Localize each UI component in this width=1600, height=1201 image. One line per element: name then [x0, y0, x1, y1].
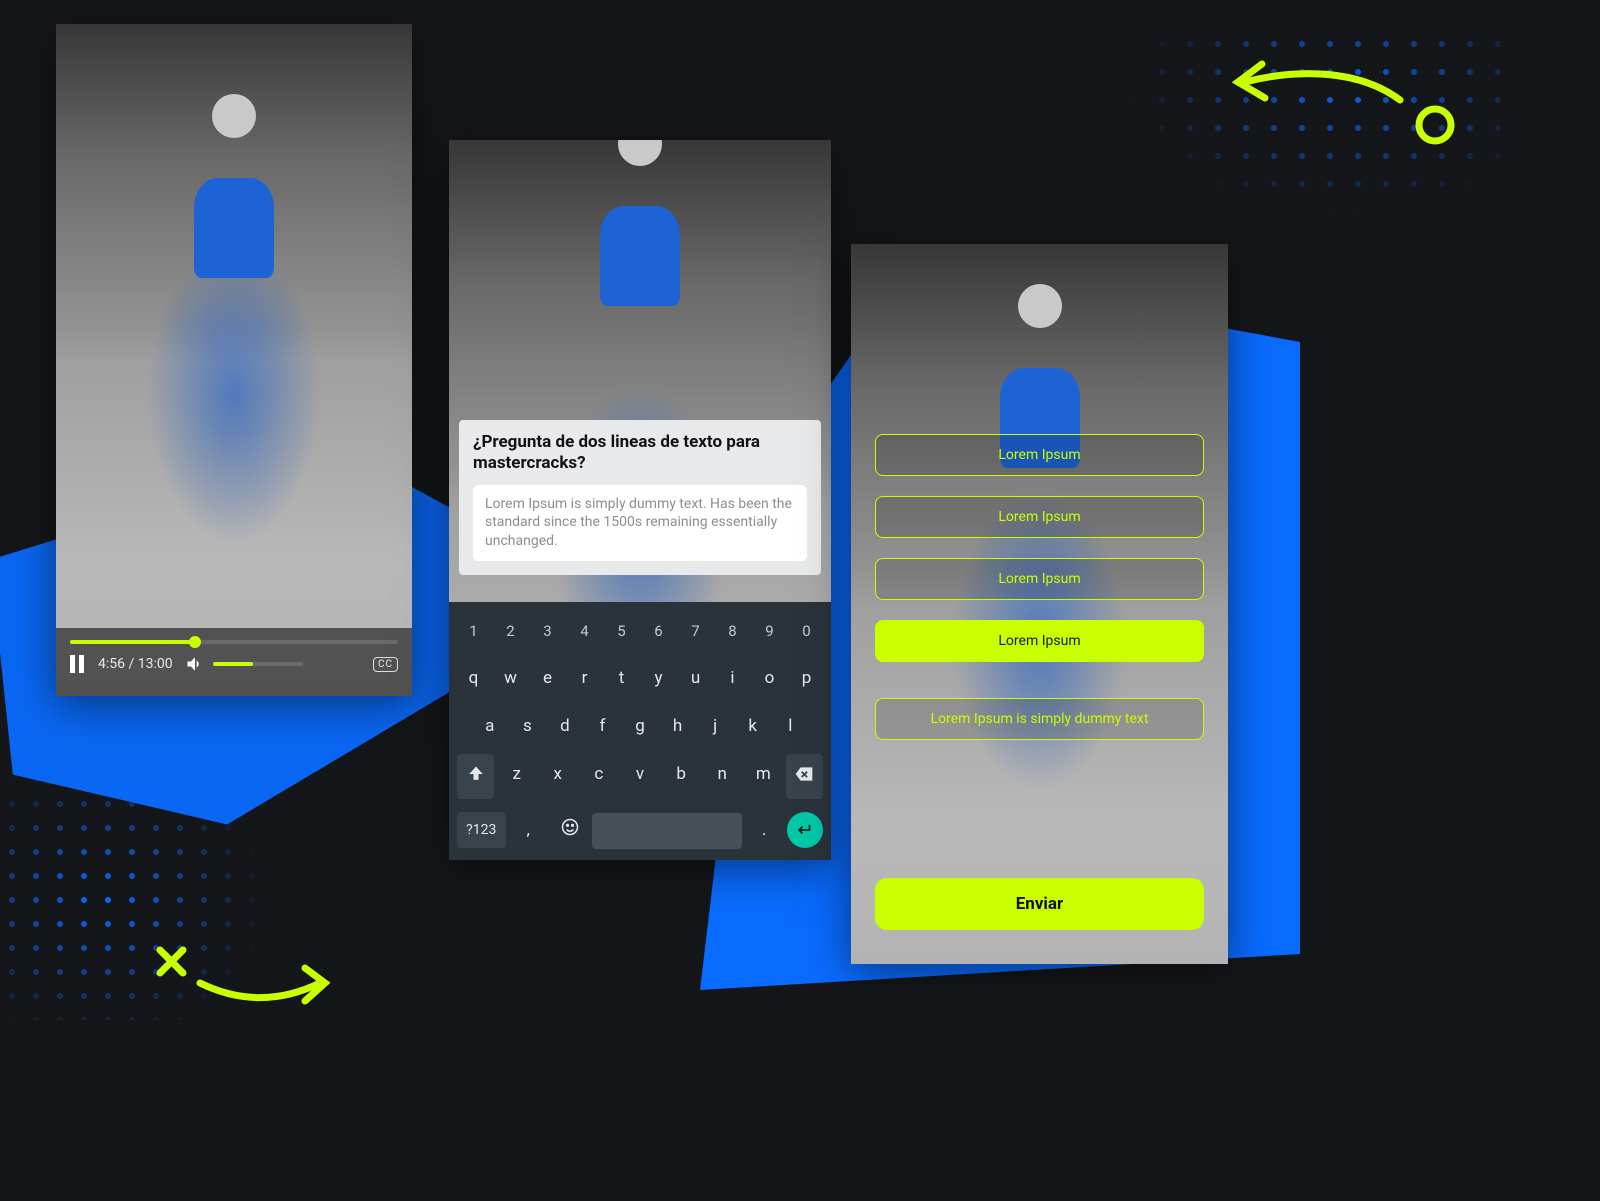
video-seek-track[interactable]: [70, 640, 398, 644]
key-z[interactable]: z: [498, 754, 535, 799]
question-card: ¿Pregunta de dos lineas de texto para ma…: [459, 420, 821, 575]
volume-track[interactable]: [213, 662, 303, 666]
key-u[interactable]: u: [679, 658, 712, 698]
key-c[interactable]: c: [580, 754, 617, 799]
key-1[interactable]: 1: [457, 612, 490, 650]
key-d[interactable]: d: [548, 706, 582, 746]
enter-icon: [796, 821, 814, 839]
key-j[interactable]: j: [698, 706, 732, 746]
volume-fill: [213, 662, 254, 666]
quiz-option-1[interactable]: Lorem Ipsum: [875, 434, 1204, 476]
key-4[interactable]: 4: [568, 612, 601, 650]
quiz-option-3[interactable]: Lorem Ipsum: [875, 558, 1204, 600]
key-9[interactable]: 9: [753, 612, 786, 650]
key-e[interactable]: e: [531, 658, 564, 698]
backspace-key[interactable]: [786, 754, 823, 799]
doodle-arrow-left: [1210, 40, 1470, 164]
key-g[interactable]: g: [623, 706, 657, 746]
key-8[interactable]: 8: [716, 612, 749, 650]
onscreen-keyboard: 1234567890 qwertyuiop asdfghjkl zxcvbnm …: [449, 602, 831, 860]
key-v[interactable]: v: [621, 754, 658, 799]
quiz-option-2[interactable]: Lorem Ipsum: [875, 496, 1204, 538]
quiz-option-4[interactable]: Lorem Ipsum: [875, 620, 1204, 662]
key-7[interactable]: 7: [679, 612, 712, 650]
key-l[interactable]: l: [774, 706, 808, 746]
volume-icon: [185, 654, 205, 674]
emoji-icon: [560, 817, 580, 837]
pause-button[interactable]: [70, 655, 86, 673]
spacebar-key[interactable]: [592, 813, 741, 849]
shift-key[interactable]: [457, 754, 494, 799]
key-p[interactable]: p: [790, 658, 823, 698]
symbols-key[interactable]: ?123: [457, 812, 506, 848]
video-controls-bar: 4:56 / 13:00 CC: [56, 628, 412, 696]
key-0[interactable]: 0: [790, 612, 823, 650]
key-f[interactable]: f: [586, 706, 620, 746]
key-6[interactable]: 6: [642, 612, 675, 650]
screen-video-player: 4:56 / 13:00 CC: [56, 24, 412, 696]
video-seek-knob[interactable]: [189, 636, 201, 648]
key-3[interactable]: 3: [531, 612, 564, 650]
quiz-options-list: Lorem Ipsum Lorem Ipsum Lorem Ipsum Lorem I…: [875, 434, 1204, 740]
question-text: ¿Pregunta de dos lineas de texto para ma…: [473, 432, 807, 475]
key-r[interactable]: r: [568, 658, 601, 698]
key-t[interactable]: t: [605, 658, 638, 698]
video-seek-fill: [70, 640, 195, 644]
screen-quiz-options: Lorem Ipsum Lorem Ipsum Lorem Ipsum Lorem I…: [851, 244, 1228, 964]
key-k[interactable]: k: [736, 706, 770, 746]
emoji-key[interactable]: [551, 807, 588, 852]
quiz-option-5[interactable]: Lorem Ipsum is simply dummy text: [875, 698, 1204, 740]
key-y[interactable]: y: [642, 658, 675, 698]
period-key[interactable]: .: [746, 810, 783, 850]
key-b[interactable]: b: [663, 754, 700, 799]
enter-key[interactable]: [787, 812, 823, 848]
comma-key[interactable]: ,: [510, 810, 547, 850]
key-s[interactable]: s: [511, 706, 545, 746]
key-2[interactable]: 2: [494, 612, 527, 650]
key-q[interactable]: q: [457, 658, 490, 698]
video-time-display: 4:56 / 13:00: [98, 656, 173, 672]
key-x[interactable]: x: [539, 754, 576, 799]
doodle-arrow-right: [145, 935, 345, 1029]
key-i[interactable]: i: [716, 658, 749, 698]
key-w[interactable]: w: [494, 658, 527, 698]
screen-question-input: ¿Pregunta de dos lineas de texto para ma…: [449, 140, 831, 860]
key-m[interactable]: m: [745, 754, 782, 799]
key-5[interactable]: 5: [605, 612, 638, 650]
key-n[interactable]: n: [704, 754, 741, 799]
answer-textarea[interactable]: Lorem Ipsum is simply dummy text. Has be…: [473, 485, 807, 562]
key-a[interactable]: a: [473, 706, 507, 746]
key-o[interactable]: o: [753, 658, 786, 698]
closed-captions-button[interactable]: CC: [373, 657, 398, 672]
key-h[interactable]: h: [661, 706, 695, 746]
runner-figure: [164, 244, 304, 544]
submit-button[interactable]: Enviar: [875, 878, 1204, 930]
volume-control[interactable]: [185, 654, 303, 674]
